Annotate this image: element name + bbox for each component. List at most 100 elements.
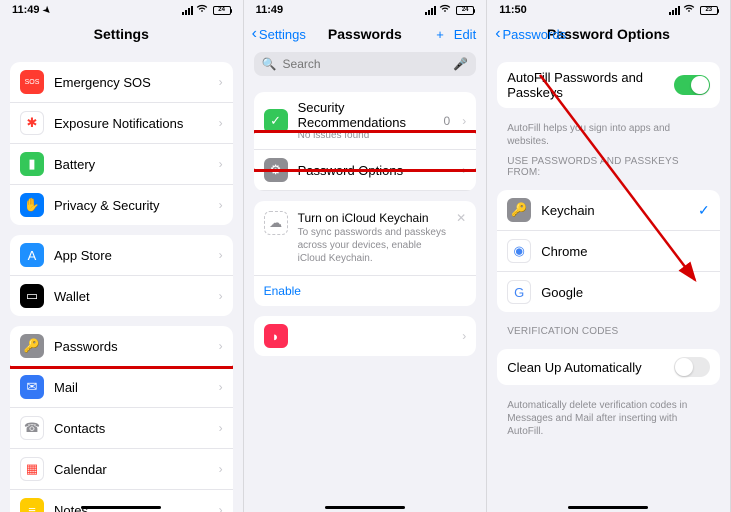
- row-label: Battery: [54, 157, 209, 172]
- row-sublabel: No issues found: [298, 130, 434, 141]
- chevron-right-icon: ›: [219, 339, 223, 353]
- row-label: Chrome: [541, 244, 710, 259]
- settings-row-calendar[interactable]: ▦ Calendar ›: [10, 449, 233, 490]
- cleanup-description: Automatically delete verification codes …: [487, 395, 730, 442]
- row-label: Mail: [54, 380, 209, 395]
- chevron-right-icon: ›: [219, 289, 223, 303]
- screen-passwords: 11:49 24 ‹Settings Passwords + Edit 🔍 🎤 …: [244, 0, 488, 512]
- chrome-icon: ◉: [507, 239, 531, 263]
- settings-row-wallet[interactable]: ▭Wallet›: [10, 276, 233, 316]
- recommendations-group: ✓ Security Recommendations No issues fou…: [254, 92, 477, 191]
- settings-row-battery[interactable]: ▮ Battery ›: [10, 144, 233, 185]
- back-button[interactable]: ‹Passwords: [495, 25, 566, 43]
- edit-button[interactable]: Edit: [454, 27, 476, 42]
- status-time: 11:49: [256, 4, 284, 16]
- google-icon: G: [507, 280, 531, 304]
- chevron-right-icon: ›: [219, 198, 223, 212]
- shield-check-icon: ✓: [264, 109, 288, 133]
- settings-row-app-store[interactable]: AApp Store›: [10, 235, 233, 276]
- search-icon: 🔍: [262, 57, 277, 71]
- security-recommendations-row[interactable]: ✓ Security Recommendations No issues fou…: [254, 92, 477, 150]
- home-indicator[interactable]: [81, 506, 161, 509]
- verification-header: VERIFICATION CODES: [487, 322, 730, 339]
- settings-row-mail[interactable]: ✉Mail›: [10, 367, 233, 408]
- settings-group-2: AApp Store›▭Wallet›: [10, 235, 233, 316]
- settings-row-privacy-security[interactable]: ✋ Privacy & Security ›: [10, 185, 233, 225]
- sources-group: 🔑Keychain✓ ◉ Chrome GGoogle: [497, 190, 720, 312]
- keychain-icon: 🔑: [507, 198, 531, 222]
- row-label: AutoFill Passwords and Passkeys: [507, 70, 664, 100]
- search-input[interactable]: [283, 57, 448, 71]
- row-label: Security Recommendations: [298, 100, 434, 130]
- wifi-icon: [683, 4, 695, 16]
- source-row-keychain[interactable]: 🔑Keychain✓: [497, 190, 720, 231]
- row-label: Clean Up Automatically: [507, 360, 664, 375]
- autofill-description: AutoFill helps you sign into apps and we…: [487, 118, 730, 152]
- emergency-sos-icon: SOS: [20, 70, 44, 94]
- chevron-right-icon: ›: [219, 116, 223, 130]
- chevron-right-icon: ›: [219, 248, 223, 262]
- wifi-icon: [196, 4, 208, 16]
- page-title: Passwords: [328, 26, 402, 42]
- cleanup-row[interactable]: Clean Up Automatically: [497, 349, 720, 385]
- chevron-right-icon: ›: [219, 380, 223, 394]
- count-badge: 0: [444, 114, 451, 128]
- settings-row-contacts[interactable]: ☎Contacts›: [10, 408, 233, 449]
- close-icon[interactable]: ✕: [456, 211, 466, 265]
- row-label: Password Options: [298, 163, 453, 178]
- autofill-toggle[interactable]: [674, 75, 710, 95]
- mic-icon[interactable]: 🎤: [453, 57, 468, 71]
- exposure-notifications-icon: ✱: [20, 111, 44, 135]
- passwords-icon: 🔑: [20, 334, 44, 358]
- status-time: 11:50: [499, 4, 527, 16]
- search-field[interactable]: 🔍 🎤: [254, 52, 477, 76]
- settings-row-exposure-notifications[interactable]: ✱Exposure Notifications›: [10, 103, 233, 144]
- row-label: Wallet: [54, 289, 209, 304]
- sources-header: USE PASSWORDS AND PASSKEYS FROM:: [487, 152, 730, 180]
- keychain-card: ☁ Turn on iCloud Keychain To sync passwo…: [254, 201, 477, 306]
- source-row-google[interactable]: GGoogle: [497, 272, 720, 312]
- signal-icon: [182, 6, 193, 15]
- options-icon: ⚙: [264, 158, 288, 182]
- source-row-chrome[interactable]: ◉ Chrome: [497, 231, 720, 272]
- row-label: Passwords: [54, 339, 209, 354]
- checkmark-icon: ✓: [698, 202, 710, 219]
- chevron-right-icon: ›: [219, 157, 223, 171]
- screen-password-options: 11:50 23 ‹Passwords Password Options Aut…: [487, 0, 731, 512]
- privacy-security-icon: ✋: [20, 193, 44, 217]
- nav-header: ‹Settings Passwords + Edit: [244, 20, 487, 52]
- chevron-left-icon: ‹: [252, 25, 257, 43]
- back-button[interactable]: ‹Settings: [252, 25, 306, 43]
- settings-row-passwords[interactable]: 🔑 Passwords ›: [10, 326, 233, 367]
- row-label: Privacy & Security: [54, 198, 209, 213]
- battery-icon: 24: [211, 6, 231, 15]
- cleanup-toggle[interactable]: [674, 357, 710, 377]
- row-label: Emergency SOS: [54, 75, 209, 90]
- chevron-right-icon: ›: [219, 462, 223, 476]
- enable-button[interactable]: Enable: [254, 275, 477, 306]
- chevron-right-icon: ›: [219, 503, 223, 512]
- home-indicator[interactable]: [568, 506, 648, 509]
- signal-icon: [425, 6, 436, 15]
- card-description: To sync passwords and passkeys across yo…: [298, 226, 447, 265]
- autofill-row[interactable]: AutoFill Passwords and Passkeys: [497, 62, 720, 108]
- settings-row-emergency-sos[interactable]: SOSEmergency SOS›: [10, 62, 233, 103]
- card-title: Turn on iCloud Keychain: [298, 211, 447, 225]
- chevron-right-icon: ›: [462, 329, 466, 343]
- row-label: Calendar: [54, 462, 209, 477]
- password-options-row[interactable]: ⚙ Password Options ›: [254, 150, 477, 191]
- screen-settings: 11:49 ➤ 24 Settings SOSEmergency SOS›✱Ex…: [0, 0, 244, 512]
- cleanup-group: Clean Up Automatically: [497, 349, 720, 385]
- notes-icon: ≡: [20, 498, 44, 512]
- nav-header: Settings: [0, 20, 243, 52]
- battery-icon: 24: [454, 6, 474, 15]
- battery-icon: ▮: [20, 152, 44, 176]
- app-row[interactable]: ◗ ›: [254, 316, 477, 356]
- status-bar: 11:49 ➤ 24: [0, 0, 243, 20]
- autofill-toggle-group: AutoFill Passwords and Passkeys: [497, 62, 720, 108]
- home-indicator[interactable]: [325, 506, 405, 509]
- calendar-icon: ▦: [20, 457, 44, 481]
- chevron-left-icon: ‹: [495, 25, 500, 43]
- add-button[interactable]: +: [436, 27, 444, 42]
- wifi-icon: [439, 4, 451, 16]
